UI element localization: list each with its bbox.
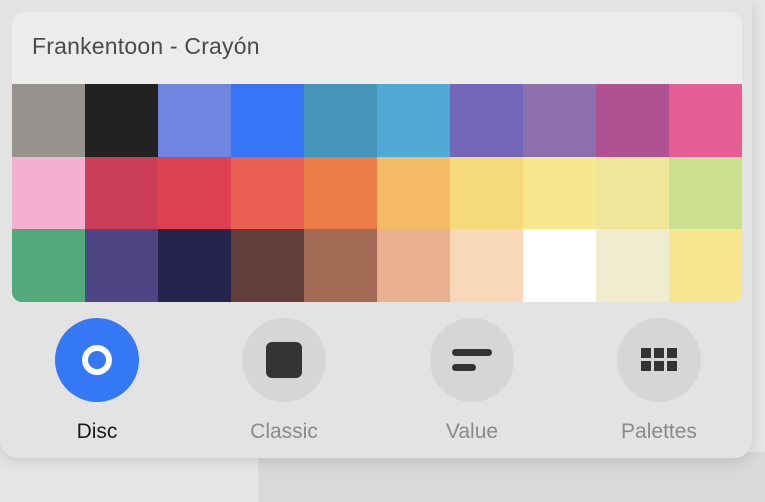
color-swatch[interactable] <box>158 84 231 157</box>
sliders-icon <box>452 349 492 371</box>
color-swatch[interactable] <box>523 229 596 302</box>
color-swatch[interactable] <box>669 156 742 230</box>
color-swatch[interactable] <box>523 84 596 157</box>
tab-value-label: Value <box>445 420 499 443</box>
swatch-grid <box>12 84 742 302</box>
color-swatch[interactable] <box>377 229 450 302</box>
color-swatch[interactable] <box>85 229 158 302</box>
color-swatch[interactable] <box>523 156 596 230</box>
tab-palettes-label: Palettes <box>621 420 697 443</box>
tab-classic[interactable]: Classic <box>214 318 354 448</box>
tab-value[interactable]: Value <box>402 318 542 448</box>
tab-disc-label: Disc <box>76 420 118 443</box>
color-swatch[interactable] <box>377 84 450 157</box>
color-swatch[interactable] <box>450 84 523 157</box>
classic-tab-button[interactable] <box>242 318 326 402</box>
color-swatch[interactable] <box>12 156 85 230</box>
color-picker-popover: Frankentoon - Crayón Disc Classic Value … <box>0 0 752 458</box>
tab-disc[interactable]: Disc <box>27 318 167 448</box>
color-swatch[interactable] <box>304 84 377 157</box>
color-swatch[interactable] <box>85 156 158 230</box>
disc-tab-button[interactable] <box>55 318 139 402</box>
mode-tab-bar: Disc Classic Value Palettes <box>0 318 752 448</box>
color-swatch[interactable] <box>669 84 742 157</box>
color-swatch[interactable] <box>231 229 304 302</box>
square-icon <box>266 342 302 378</box>
color-swatch[interactable] <box>85 84 158 157</box>
color-swatch[interactable] <box>304 229 377 302</box>
color-swatch[interactable] <box>596 229 669 302</box>
value-tab-button[interactable] <box>430 318 514 402</box>
color-swatch[interactable] <box>12 229 85 302</box>
color-swatch[interactable] <box>12 84 85 157</box>
color-swatch[interactable] <box>158 156 231 230</box>
palette-name: Frankentoon - Crayón <box>32 33 260 59</box>
color-swatch[interactable] <box>596 156 669 230</box>
color-swatch[interactable] <box>450 229 523 302</box>
disc-icon <box>82 345 112 375</box>
color-swatch[interactable] <box>158 229 231 302</box>
color-swatch[interactable] <box>596 84 669 157</box>
palette-header: Frankentoon - Crayón <box>12 12 742 84</box>
grid-icon <box>641 348 677 371</box>
tab-classic-label: Classic <box>250 420 318 443</box>
color-swatch[interactable] <box>669 229 742 302</box>
palettes-tab-button[interactable] <box>617 318 701 402</box>
background-canvas <box>258 452 765 502</box>
color-swatch[interactable] <box>377 156 450 230</box>
color-swatch[interactable] <box>231 84 304 157</box>
color-swatch[interactable] <box>450 156 523 230</box>
tab-palettes[interactable]: Palettes <box>589 318 729 448</box>
color-swatch[interactable] <box>304 156 377 230</box>
color-swatch[interactable] <box>231 156 304 230</box>
